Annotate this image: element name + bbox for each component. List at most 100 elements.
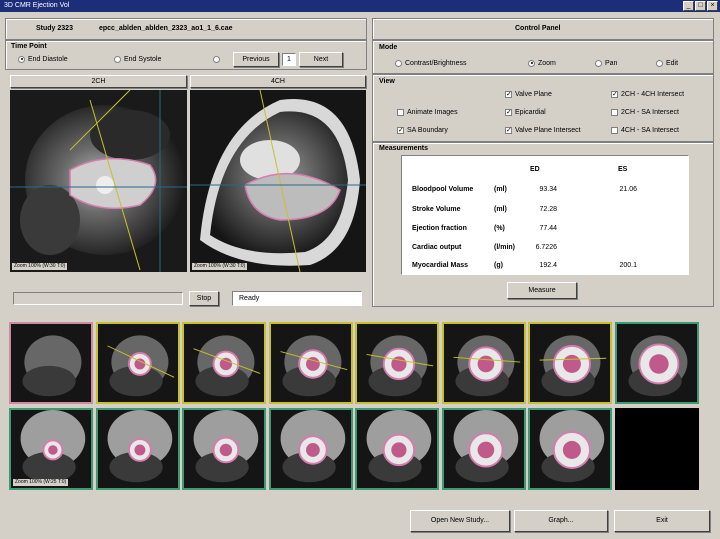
window-title: 3D CMR Ejection Vol — [4, 2, 70, 9]
checkbox-icon — [611, 126, 618, 134]
check-label: Animate Images — [407, 109, 458, 116]
slice-image — [184, 324, 264, 402]
image-4ch[interactable]: Zoom 100% (W:30 T:0) — [190, 90, 366, 272]
radio-label: End Diastole — [28, 56, 68, 63]
radio-label: End Systole — [124, 56, 162, 63]
close-button[interactable]: × — [707, 1, 718, 11]
slice-image — [11, 410, 91, 488]
study-file: epcc_ablden_ablden_2323_ao1_1_6.cae — [99, 25, 233, 32]
row-bloodpool-name: Bloodpool Volume — [412, 186, 474, 193]
mode-contrast-brightness[interactable]: Contrast/Brightness — [395, 59, 466, 69]
image-2ch[interactable]: Zoom 100% (W:30 T:0) — [10, 90, 187, 272]
time-point-panel: Time Point End Diastole End Systole Prev… — [5, 40, 367, 70]
thumbnail-caption: Zoom 100% (W:25 T:0) — [13, 479, 69, 486]
slice-thumbnail[interactable] — [355, 408, 439, 490]
slice-thumbnail[interactable] — [441, 408, 526, 490]
slice-image — [530, 324, 610, 402]
measurements-table: ED ES Bloodpool Volume (ml) 93.34 21.06 … — [401, 155, 689, 275]
slice-thumbnail[interactable] — [441, 322, 526, 404]
check-epicardial[interactable]: ✓ Epicardial — [505, 108, 546, 118]
slice-thumbnail[interactable] — [95, 408, 180, 490]
slice-image — [530, 410, 610, 488]
radio-icon — [528, 59, 535, 67]
graph-button[interactable]: Graph... — [514, 510, 608, 532]
slice-thumbnail[interactable] — [9, 322, 93, 404]
slice-thumbnail[interactable] — [95, 322, 180, 404]
stop-button[interactable]: Stop — [189, 291, 219, 306]
slice-image — [97, 410, 178, 488]
radio-end-systole[interactable]: End Systole — [114, 55, 161, 65]
mri-4ch-graphic — [190, 90, 366, 272]
mode-option-label: Contrast/Brightness — [405, 60, 467, 67]
slice-thumbnail[interactable]: Zoom 100% (W:25 T:0) — [9, 408, 93, 490]
previous-button[interactable]: Previous — [233, 52, 279, 67]
radio-icon — [114, 55, 121, 63]
check-label: Valve Plane Intersect — [515, 127, 581, 134]
check-label: SA Boundary — [407, 127, 448, 134]
slice-image — [270, 324, 351, 402]
slice-thumbnail[interactable] — [182, 322, 266, 404]
window-titlebar: 3D CMR Ejection Vol _ □ × — [0, 0, 720, 12]
check-valve-plane-intersect[interactable]: ✓ Valve Plane Intersect — [505, 126, 581, 136]
checkbox-icon: ✓ — [397, 126, 404, 134]
col-es-header: ES — [618, 166, 628, 173]
slice-image — [97, 324, 178, 402]
check-label: 4CH - SA Intersect — [621, 127, 679, 134]
check-animate-images[interactable]: Animate Images — [397, 108, 458, 118]
minimize-button[interactable]: _ — [683, 1, 694, 11]
mode-option-label: Zoom — [538, 60, 556, 67]
checkbox-icon: ✓ — [505, 90, 512, 98]
check-2ch-sa-intersect[interactable]: 2CH - SA Intersect — [611, 108, 679, 118]
slice-thumbnail[interactable] — [355, 322, 439, 404]
check-4ch-sa-intersect[interactable]: 4CH - SA Intersect — [611, 126, 679, 136]
study-header: Study 2323 epcc_ablden_ablden_2323_ao1_1… — [5, 18, 367, 40]
check-label: Epicardial — [515, 109, 546, 116]
radio-icon — [18, 55, 25, 63]
frame-input[interactable]: 1 — [282, 53, 296, 66]
row-stroke-name: Stroke Volume — [412, 206, 461, 213]
check-sa-boundary[interactable]: ✓ SA Boundary — [397, 126, 448, 136]
row-ejection-unit: (%) — [494, 225, 505, 232]
row-cardiac-name: Cardiac output — [412, 244, 462, 251]
radio-end-diastole[interactable]: End Diastole — [18, 55, 68, 65]
measurements-label: Measurements — [379, 145, 429, 152]
status-field: Ready — [232, 291, 362, 306]
mri-2ch-graphic — [10, 90, 187, 272]
slice-thumbnail[interactable] — [268, 408, 353, 490]
radio-frame[interactable] — [213, 55, 223, 65]
view-header-4ch: 4CH — [190, 75, 366, 88]
checkbox-icon: ✓ — [505, 108, 512, 116]
slice-thumbnail[interactable] — [614, 322, 699, 404]
image-4ch-caption: Zoom 100% (W:30 T:0) — [192, 263, 248, 270]
slice-thumbnail[interactable] — [182, 408, 266, 490]
maximize-button[interactable]: □ — [695, 1, 706, 11]
check-label: 2CH - 4CH Intersect — [621, 91, 685, 98]
check-valve-plane[interactable]: ✓ Valve Plane — [505, 90, 552, 100]
radio-icon — [595, 59, 602, 67]
slice-thumbnail[interactable] — [268, 322, 353, 404]
row-ejection-ed: 77.44 — [539, 225, 557, 232]
row-bloodpool-es: 21.06 — [619, 186, 637, 193]
control-panel-title: Control Panel — [515, 25, 561, 32]
checkbox-icon — [611, 108, 618, 116]
empty-slice-cell — [614, 408, 699, 490]
checkbox-icon — [397, 108, 404, 116]
measurements-panel: Measurements ED ES Bloodpool Volume (ml)… — [372, 142, 714, 307]
progress-bar — [13, 292, 183, 305]
image-2ch-caption: Zoom 100% (W:30 T:0) — [12, 263, 68, 270]
checkbox-icon: ✓ — [611, 90, 618, 98]
check-2ch-4ch-intersect[interactable]: ✓ 2CH - 4CH Intersect — [611, 90, 684, 100]
slice-thumbnail[interactable] — [528, 322, 612, 404]
checkbox-icon: ✓ — [505, 126, 512, 134]
mode-edit[interactable]: Edit — [656, 59, 678, 69]
check-label: 2CH - SA Intersect — [621, 109, 679, 116]
slice-image — [11, 324, 91, 402]
slice-thumbnail[interactable] — [528, 408, 612, 490]
slice-image — [616, 324, 697, 402]
mode-pan[interactable]: Pan — [595, 59, 617, 69]
open-new-study-button[interactable]: Open New Study... — [410, 510, 510, 532]
exit-button[interactable]: Exit — [614, 510, 710, 532]
next-button[interactable]: Next — [299, 52, 343, 67]
measure-button[interactable]: Measure — [507, 282, 577, 299]
mode-zoom[interactable]: Zoom — [528, 59, 556, 69]
